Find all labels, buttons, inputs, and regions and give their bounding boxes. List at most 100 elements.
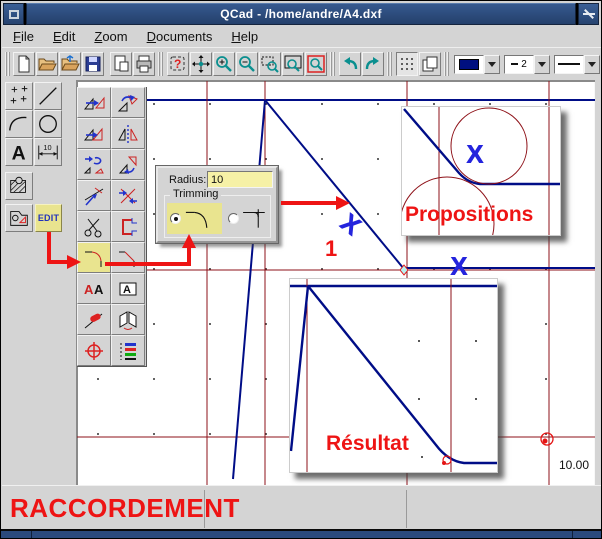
- text-tool-icon: A: [7, 140, 31, 164]
- zoom-auto-button[interactable]: [282, 52, 304, 76]
- drawing-canvas[interactable]: AA A Radius: Trimming: [76, 80, 595, 485]
- palette-tool-rotate-two[interactable]: [77, 149, 111, 180]
- color-select[interactable]: [454, 55, 500, 74]
- save-floppy-icon: [83, 54, 103, 74]
- toolbar-grip[interactable]: [5, 52, 10, 76]
- radius-input[interactable]: [207, 171, 273, 188]
- line-tool-button[interactable]: [34, 82, 62, 110]
- palette-tool-edit-text[interactable]: AA: [77, 273, 111, 304]
- layers-button[interactable]: [419, 52, 441, 76]
- redo-icon: [363, 54, 383, 74]
- trim-mode-round-option[interactable]: [167, 203, 222, 234]
- point-tool-button[interactable]: [5, 82, 33, 110]
- palette-tool-layer-attributes[interactable]: [111, 335, 145, 366]
- palette-tool-cut[interactable]: [77, 211, 111, 242]
- toolbar-grip[interactable]: [158, 52, 163, 76]
- line-width-dropdown-button[interactable]: [534, 55, 550, 74]
- trim-mode-none-option[interactable]: [225, 203, 270, 234]
- print-button[interactable]: [133, 52, 155, 76]
- hatch-tool-button[interactable]: [5, 172, 33, 200]
- palette-tool-flip[interactable]: [111, 149, 145, 180]
- circle-tool-button[interactable]: [34, 110, 62, 138]
- text-tool-button[interactable]: A: [5, 138, 33, 166]
- color-dropdown-button[interactable]: [484, 55, 500, 74]
- redraw-icon: ?: [168, 54, 188, 74]
- trim-none-icon: [242, 208, 268, 230]
- palette-tool-bevel[interactable]: [111, 242, 145, 273]
- titlebar-drag-area[interactable]: QCad - /home/andre/A4.dxf: [26, 3, 576, 25]
- zoom-in-button[interactable]: [213, 52, 235, 76]
- palette-tool-move[interactable]: [77, 87, 111, 118]
- menu-help[interactable]: Help: [231, 29, 258, 44]
- palette-tool-trim[interactable]: [77, 180, 111, 211]
- print-preview-icon: [111, 54, 131, 74]
- palette-tool-trim-two[interactable]: [111, 180, 145, 211]
- modify-tools-palette: AA A: [77, 87, 147, 367]
- current-line-style: [554, 55, 584, 74]
- window-system-menu-button[interactable]: [3, 3, 24, 25]
- line-style-select[interactable]: [554, 55, 600, 74]
- line-tool-icon: [36, 84, 60, 108]
- window-bottom-frame: [1, 529, 602, 539]
- menu-documents[interactable]: Documents: [147, 29, 213, 44]
- scissors-icon: [83, 216, 105, 238]
- open-file-button[interactable]: [36, 52, 58, 76]
- menu-zoom[interactable]: Zoom: [94, 29, 127, 44]
- line-width-select[interactable]: 2: [504, 55, 550, 74]
- dimension-tool-button[interactable]: 10: [34, 138, 62, 166]
- undo-button[interactable]: [339, 52, 361, 76]
- palette-tool-stretch[interactable]: [111, 211, 145, 242]
- rotate-two-icon: [83, 154, 105, 176]
- redo-button[interactable]: [362, 52, 384, 76]
- titlebar: QCad - /home/andre/A4.dxf: [3, 3, 599, 25]
- toolbar-grip[interactable]: [387, 52, 392, 76]
- zoom-out-button[interactable]: [236, 52, 258, 76]
- print-preview-button[interactable]: [110, 52, 132, 76]
- menu-file[interactable]: File: [13, 29, 34, 44]
- step-number: 1: [325, 238, 337, 260]
- close-file-button[interactable]: [59, 52, 81, 76]
- edit-mode-button[interactable]: EDIT: [35, 204, 62, 232]
- redraw-button[interactable]: ?: [167, 52, 189, 76]
- edit-attributes-icon: A: [117, 278, 139, 300]
- palette-tool-edit-attributes[interactable]: A: [111, 273, 145, 304]
- menu-edit[interactable]: Edit: [53, 29, 75, 44]
- palette-tool-snap-point[interactable]: [77, 335, 111, 366]
- arc-tool-button[interactable]: [5, 110, 33, 138]
- grid-toggle-button[interactable]: [396, 52, 418, 76]
- trim-icon: [83, 185, 105, 207]
- palette-tool-move-copy[interactable]: [77, 118, 111, 149]
- palette-tool-explode[interactable]: [111, 304, 145, 335]
- palette-tool-mirror[interactable]: [111, 118, 145, 149]
- palette-tool-delete[interactable]: [77, 304, 111, 335]
- toolbar-grip[interactable]: [330, 52, 335, 76]
- printer-icon: [134, 54, 154, 74]
- statusbar-divider: [406, 490, 407, 528]
- chevron-down-icon: [588, 62, 596, 67]
- zoom-window-button[interactable]: [259, 52, 281, 76]
- window-close-button[interactable]: [578, 3, 599, 25]
- edit-shape-tool-button[interactable]: [5, 204, 33, 232]
- radio-unselected-icon[interactable]: [228, 213, 239, 224]
- resultat-label: Résultat: [326, 432, 409, 456]
- svg-text:A: A: [84, 282, 94, 297]
- layer-attributes-icon: [117, 340, 139, 362]
- zoom-previous-button[interactable]: [305, 52, 327, 76]
- trimming-groupbox: Trimming: [164, 195, 271, 238]
- toolbar-grip[interactable]: [444, 52, 449, 76]
- new-file-button[interactable]: [13, 52, 35, 76]
- menubar: File Edit Zoom Documents Help: [2, 26, 602, 47]
- x-mark: X: [466, 141, 483, 167]
- arc-tool-icon: [7, 112, 31, 136]
- pan-zoom-button[interactable]: [190, 52, 212, 76]
- palette-tool-round-fillet[interactable]: [77, 242, 111, 273]
- svg-text:A: A: [94, 282, 104, 297]
- palette-tool-rotate[interactable]: [111, 87, 145, 118]
- trim-round-icon: [184, 208, 212, 230]
- svg-text:?: ?: [174, 57, 181, 71]
- line-style-dropdown-button[interactable]: [584, 55, 600, 74]
- radio-selected-icon[interactable]: [170, 213, 181, 224]
- zoom-previous-icon: [306, 54, 326, 74]
- trim-two-icon: [117, 185, 139, 207]
- save-file-button[interactable]: [82, 52, 104, 76]
